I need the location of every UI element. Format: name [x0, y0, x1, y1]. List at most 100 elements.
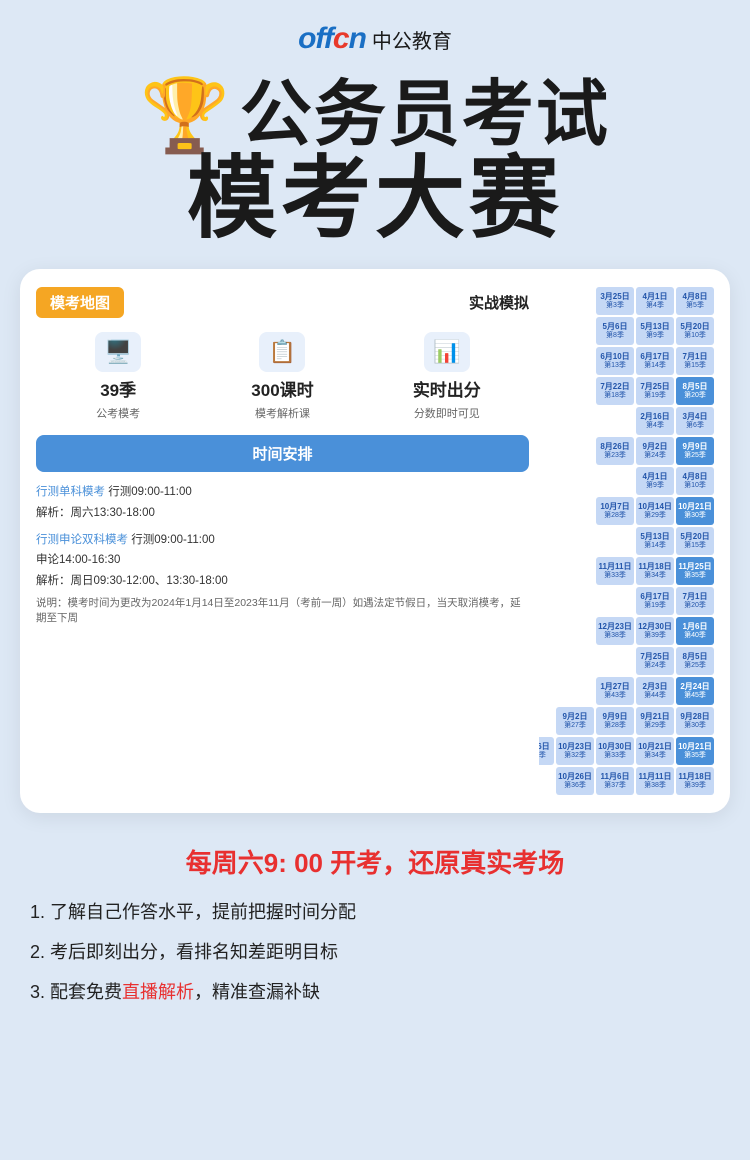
calendar-cell[interactable]: 1月6日第40季: [676, 617, 714, 645]
calendar-cell[interactable]: 3月4日第6季: [676, 407, 714, 435]
main-card: 模考地图 实战模拟 🖥️ 39季 公考模考 📋 300课时 模考解析课 📊 实时…: [20, 269, 730, 813]
calendar-cell[interactable]: 9月2日第27季: [556, 707, 594, 735]
calendar-cell[interactable]: 12月23日第38季: [596, 617, 634, 645]
calendar-cell[interactable]: 7月25日第19季: [636, 377, 674, 405]
hero-title2: 模考大赛: [40, 150, 710, 249]
feature-3: 3. 配套免费直播解析，精准查漏补缺: [30, 978, 720, 1004]
lessons-number: 300课时: [251, 376, 313, 401]
calendar-cell[interactable]: 4月8日第5季: [676, 287, 714, 315]
calendar-row: 2月16日第4季3月4日第6季: [539, 407, 714, 435]
calendar-cell[interactable]: 11月11日第38季: [636, 767, 674, 795]
schedule-rest-2a: 行测09:00-11:00: [131, 534, 215, 546]
calendar-cell[interactable]: 6月17日第14季: [636, 347, 674, 375]
calendar-cell[interactable]: 11月11日第33季: [596, 557, 634, 585]
stat-lessons: 📋 300课时 模考解析课: [200, 332, 364, 421]
calendar-cell[interactable]: 9月16日第31季: [539, 737, 554, 765]
calendar-cell[interactable]: 2月16日第4季: [636, 407, 674, 435]
calendar-cell[interactable]: 8月5日第20季: [676, 377, 714, 405]
calendar-cell[interactable]: 5月13日第9季: [636, 317, 674, 345]
calendar-cell[interactable]: 5月20日第15季: [676, 527, 714, 555]
calendar-cell[interactable]: 12月30日第39季: [636, 617, 674, 645]
feature-3-before: 配套免费: [50, 982, 122, 1002]
calendar-cell[interactable]: 10月21日第34季: [636, 737, 674, 765]
calendar-cell[interactable]: 8月5日第25季: [676, 647, 714, 675]
calendar-cell[interactable]: 11月18日第34季: [636, 557, 674, 585]
schedule-rest-1b: 解析：周六13:30-18:00: [36, 507, 155, 519]
calendar-cell[interactable]: 10月26日第36季: [556, 767, 594, 795]
calendar-cell[interactable]: 1月27日第43季: [596, 677, 634, 705]
calendar-cell[interactable]: 7月25日第24季: [636, 647, 674, 675]
calendar-row: 3月25日第3季4月1日第4季4月8日第5季: [539, 287, 714, 315]
calendar-row: 6月10日第13季6月17日第14季7月1日第15季: [539, 347, 714, 375]
calendar-cell[interactable]: 9月2日第24季: [636, 437, 674, 465]
calendar-cell[interactable]: 9月9日第28季: [596, 707, 634, 735]
calendar-row: 10月7日第28季10月14日第29季10月21日第30季: [539, 497, 714, 525]
calendar-cell[interactable]: 11月18日第39季: [676, 767, 714, 795]
calendar-row: 6月17日第19季7月1日第20季: [539, 587, 714, 615]
schedule-rest-2c: 解析：周日09:30-12:00、13:30-18:00: [36, 575, 228, 587]
card-header: 模考地图 实战模拟: [36, 287, 529, 318]
calendar-row: 1月27日第43季2月3日第44季2月24日第45季: [539, 677, 714, 705]
stats-row: 🖥️ 39季 公考模考 📋 300课时 模考解析课 📊 实时出分 分数即时可见: [36, 332, 529, 421]
schedule-btn[interactable]: 时间安排: [36, 435, 529, 472]
calendar-cell[interactable]: 10月21日第30季: [676, 497, 714, 525]
calendar-cell[interactable]: 11月25日第35季: [676, 557, 714, 585]
calendar-cell[interactable]: 10月21日第35季: [676, 737, 714, 765]
calendar-row: 10月26日第36季11月6日第37季11月11日第38季11月18日第39季: [539, 767, 714, 795]
simulation-label: 实战模拟: [469, 292, 529, 313]
calendar-cell[interactable]: 6月10日第13季: [596, 347, 634, 375]
calendar-cell[interactable]: 5月6日第8季: [596, 317, 634, 345]
calendar-cell[interactable]: 5月13日第14季: [636, 527, 674, 555]
calendar-cell[interactable]: 7月22日第18季: [596, 377, 634, 405]
schedule-rest-2b: 申论14:00-16:30: [36, 554, 120, 566]
hero-title1: 公务员考试: [240, 76, 610, 155]
calendar-cell[interactable]: 2月3日第44季: [636, 677, 674, 705]
score-number: 实时出分: [413, 376, 481, 401]
feature-2: 2. 考后即刻出分，看排名知差距明目标: [30, 938, 720, 964]
feature-3-link[interactable]: 直播解析: [122, 982, 194, 1002]
calendar-row: 8月26日第23季9月2日第24季9月9日第25季: [539, 437, 714, 465]
score-icon: 📊: [424, 332, 470, 372]
schedule-item-2: 行测申论双科模考 行测09:00-11:00 申论14:00-16:30 解析：…: [36, 530, 529, 592]
feature-3-after: ，精准查漏补缺: [194, 982, 320, 1002]
season-label: 公考模考: [96, 405, 140, 421]
calendar-cell[interactable]: 6月17日第19季: [636, 587, 674, 615]
calendar-cell[interactable]: 3月25日第3季: [596, 287, 634, 315]
feature-1-num: 1.: [30, 902, 45, 922]
calendar-cell[interactable]: 9月21日第29季: [636, 707, 674, 735]
calendar-cell[interactable]: 4月8日第10季: [676, 467, 714, 495]
season-icon: 🖥️: [95, 332, 141, 372]
calendar-cell[interactable]: 11月6日第37季: [596, 767, 634, 795]
score-label: 分数即时可见: [414, 405, 480, 421]
calendar-cell[interactable]: 9月9日第25季: [676, 437, 714, 465]
calendar-row: 12月23日第38季12月30日第39季1月6日第40季: [539, 617, 714, 645]
calendar-cell[interactable]: 10月14日第29季: [636, 497, 674, 525]
schedule-rest-1: 行测09:00-11:00: [108, 486, 192, 498]
lessons-label: 模考解析课: [255, 405, 310, 421]
calendar-cell[interactable]: 7月1日第15季: [676, 347, 714, 375]
schedule-details: 行测单科模考 行测09:00-11:00 解析：周六13:30-18:00 行测…: [36, 482, 529, 627]
calendar-cell[interactable]: 5月20日第10季: [676, 317, 714, 345]
calendar-cell[interactable]: 10月7日第28季: [596, 497, 634, 525]
calendar-row: 5月13日第14季5月20日第15季: [539, 527, 714, 555]
stat-score: 📊 实时出分 分数即时可见: [365, 332, 529, 421]
logo-offcn: offcn: [298, 22, 366, 56]
calendar-cell[interactable]: 10月30日第33季: [596, 737, 634, 765]
schedule-item-1: 行测单科模考 行测09:00-11:00 解析：周六13:30-18:00: [36, 482, 529, 523]
calendar-row: 7月22日第18季7月25日第19季8月5日第20季: [539, 377, 714, 405]
feature-1: 1. 了解自己作答水平，提前把握时间分配: [30, 898, 720, 924]
calendar-row: 4月1日第9季4月8日第10季: [539, 467, 714, 495]
schedule-link-1[interactable]: 行测单科模考: [36, 486, 105, 498]
calendar-cell[interactable]: 4月1日第4季: [636, 287, 674, 315]
calendar-grid: 3月25日第3季4月1日第4季4月8日第5季5月6日第8季5月13日第9季5月2…: [539, 287, 714, 795]
calendar-cell[interactable]: 8月26日第23季: [596, 437, 634, 465]
calendar-cell[interactable]: 7月1日第20季: [676, 587, 714, 615]
calendar-cell[interactable]: 9月28日第30季: [676, 707, 714, 735]
schedule-note: 说明：模考时间为更改为2024年1月14日至2023年11月（考前一周）如遇法定…: [36, 596, 529, 628]
calendar-cell[interactable]: 10月23日第32季: [556, 737, 594, 765]
hero-line1: 🏆 公务员考试: [40, 76, 710, 155]
calendar-cell[interactable]: 4月1日第9季: [636, 467, 674, 495]
calendar-cell[interactable]: 2月24日第45季: [676, 677, 714, 705]
feature-2-text: 考后即刻出分，看排名知差距明目标: [50, 942, 338, 962]
schedule-link-2[interactable]: 行测申论双科模考: [36, 534, 128, 546]
